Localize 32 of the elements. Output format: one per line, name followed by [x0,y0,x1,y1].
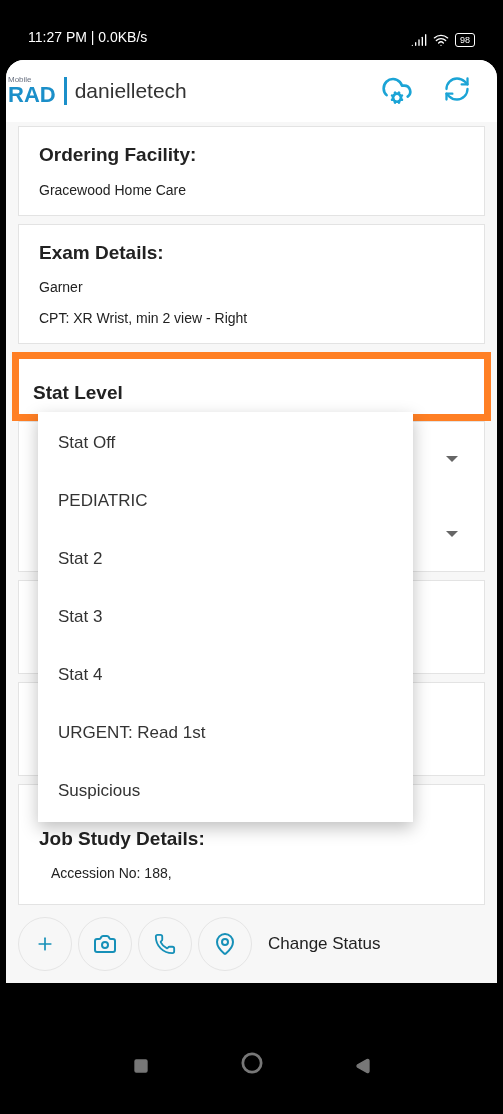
card-text: Garner [39,278,84,297]
home-icon[interactable] [240,1052,263,1074]
card-title: Job Study Details: [39,826,206,851]
dropdown-caret-icon [446,455,458,462]
menu-option[interactable]: Stat 2 [38,530,413,588]
back-icon[interactable] [354,1058,371,1074]
recents-icon[interactable] [132,1058,149,1074]
change-status-button[interactable]: Change Status [268,931,381,957]
refresh-icon[interactable] [443,75,471,103]
menu-option[interactable]: Stat Off [38,414,413,472]
app-logo: Mobile RAD [8,76,56,106]
card-title: Exam Details: [39,240,165,265]
dropdown-caret-icon [446,530,458,537]
card-title: Ordering Facility: [39,143,198,167]
cloud-sync-icon[interactable] [381,75,413,107]
menu-option[interactable]: Stat 3 [38,588,413,646]
phone-icon [154,933,176,955]
status-time: 11:27 PM | 0.0KB/s [28,28,148,47]
map-pin-icon [213,932,237,956]
menu-option[interactable]: Stat 4 [38,646,413,704]
camera-icon [93,932,117,956]
menu-option[interactable]: PEDIATRIC [38,472,413,530]
wifi-icon [433,32,449,48]
card-text: Gracewood Home Care [39,180,188,200]
signal-icon [411,32,427,48]
card-text: CPT: XR Wrist, min 2 view - Right [39,309,249,328]
menu-option[interactable]: Suspicious [38,762,413,820]
menu-option[interactable]: URGENT: Read 1st [38,704,413,762]
battery-icon: 98 [455,33,475,47]
card-text: Accession No: 188, [50,864,173,883]
card-title: Stat Level [32,381,124,405]
username: danielletech [74,78,187,105]
